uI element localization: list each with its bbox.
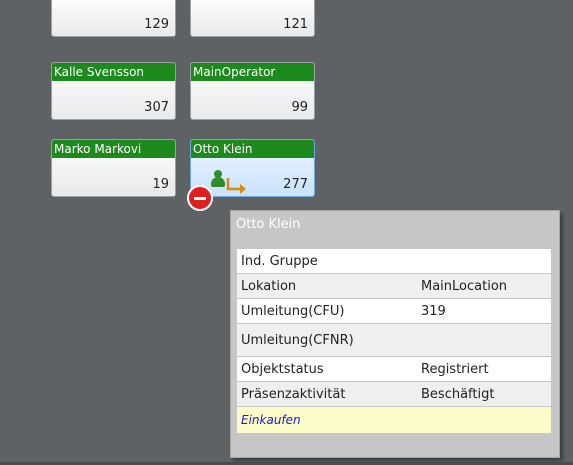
row-value	[417, 249, 551, 274]
card-number: 307	[144, 100, 169, 115]
call-forward-icon	[226, 178, 246, 194]
table-row: Präsenzaktivität Beschäftigt	[237, 381, 551, 407]
row-value	[417, 323, 551, 357]
person-icon	[211, 170, 225, 188]
card-number: 99	[291, 100, 308, 115]
tooltip-details-table: Ind. Gruppe Lokation MainLocation Umleit…	[237, 249, 551, 434]
row-label: Umleitung(CFNR)	[237, 323, 417, 357]
table-row: Objektstatus Registriert	[237, 356, 551, 382]
do-not-disturb-icon	[187, 185, 213, 211]
card-name: Marko Markovi	[52, 140, 175, 158]
row-value: Registriert	[417, 356, 551, 382]
presence-note-row: Einkaufen	[237, 406, 551, 434]
user-card[interactable]: 129	[51, 0, 176, 37]
card-name: MainOperator	[191, 63, 314, 81]
table-row: Umleitung(CFU) 319	[237, 298, 551, 324]
user-card[interactable]: 121	[190, 0, 315, 37]
row-label: Lokation	[237, 273, 417, 299]
user-card-marko-markovi[interactable]: Marko Markovi 19	[51, 139, 176, 197]
presence-note: Einkaufen	[237, 406, 551, 434]
card-number: 277	[283, 177, 308, 192]
table-row: Lokation MainLocation	[237, 273, 551, 299]
card-name: Otto Klein	[191, 140, 314, 158]
row-value: 319	[417, 298, 551, 324]
card-number: 121	[283, 17, 308, 32]
row-value: MainLocation	[417, 273, 551, 299]
card-number: 19	[152, 177, 169, 192]
row-label: Präsenzaktivität	[237, 381, 417, 407]
tooltip-title: Otto Klein	[236, 217, 301, 232]
user-card-kalle-svensson[interactable]: Kalle Svensson 307	[51, 62, 176, 120]
card-name: Kalle Svensson	[52, 63, 175, 81]
row-label: Ind. Gruppe	[237, 249, 417, 274]
row-value: Beschäftigt	[417, 381, 551, 407]
user-info-tooltip: Otto Klein Ind. Gruppe Lokation MainLoca…	[230, 210, 560, 458]
table-row: Umleitung(CFNR)	[237, 323, 551, 357]
row-label: Umleitung(CFU)	[237, 298, 417, 324]
card-number: 129	[144, 17, 169, 32]
user-card-mainoperator[interactable]: MainOperator 99	[190, 62, 315, 120]
row-label: Objektstatus	[237, 356, 417, 382]
table-row: Ind. Gruppe	[237, 249, 551, 274]
